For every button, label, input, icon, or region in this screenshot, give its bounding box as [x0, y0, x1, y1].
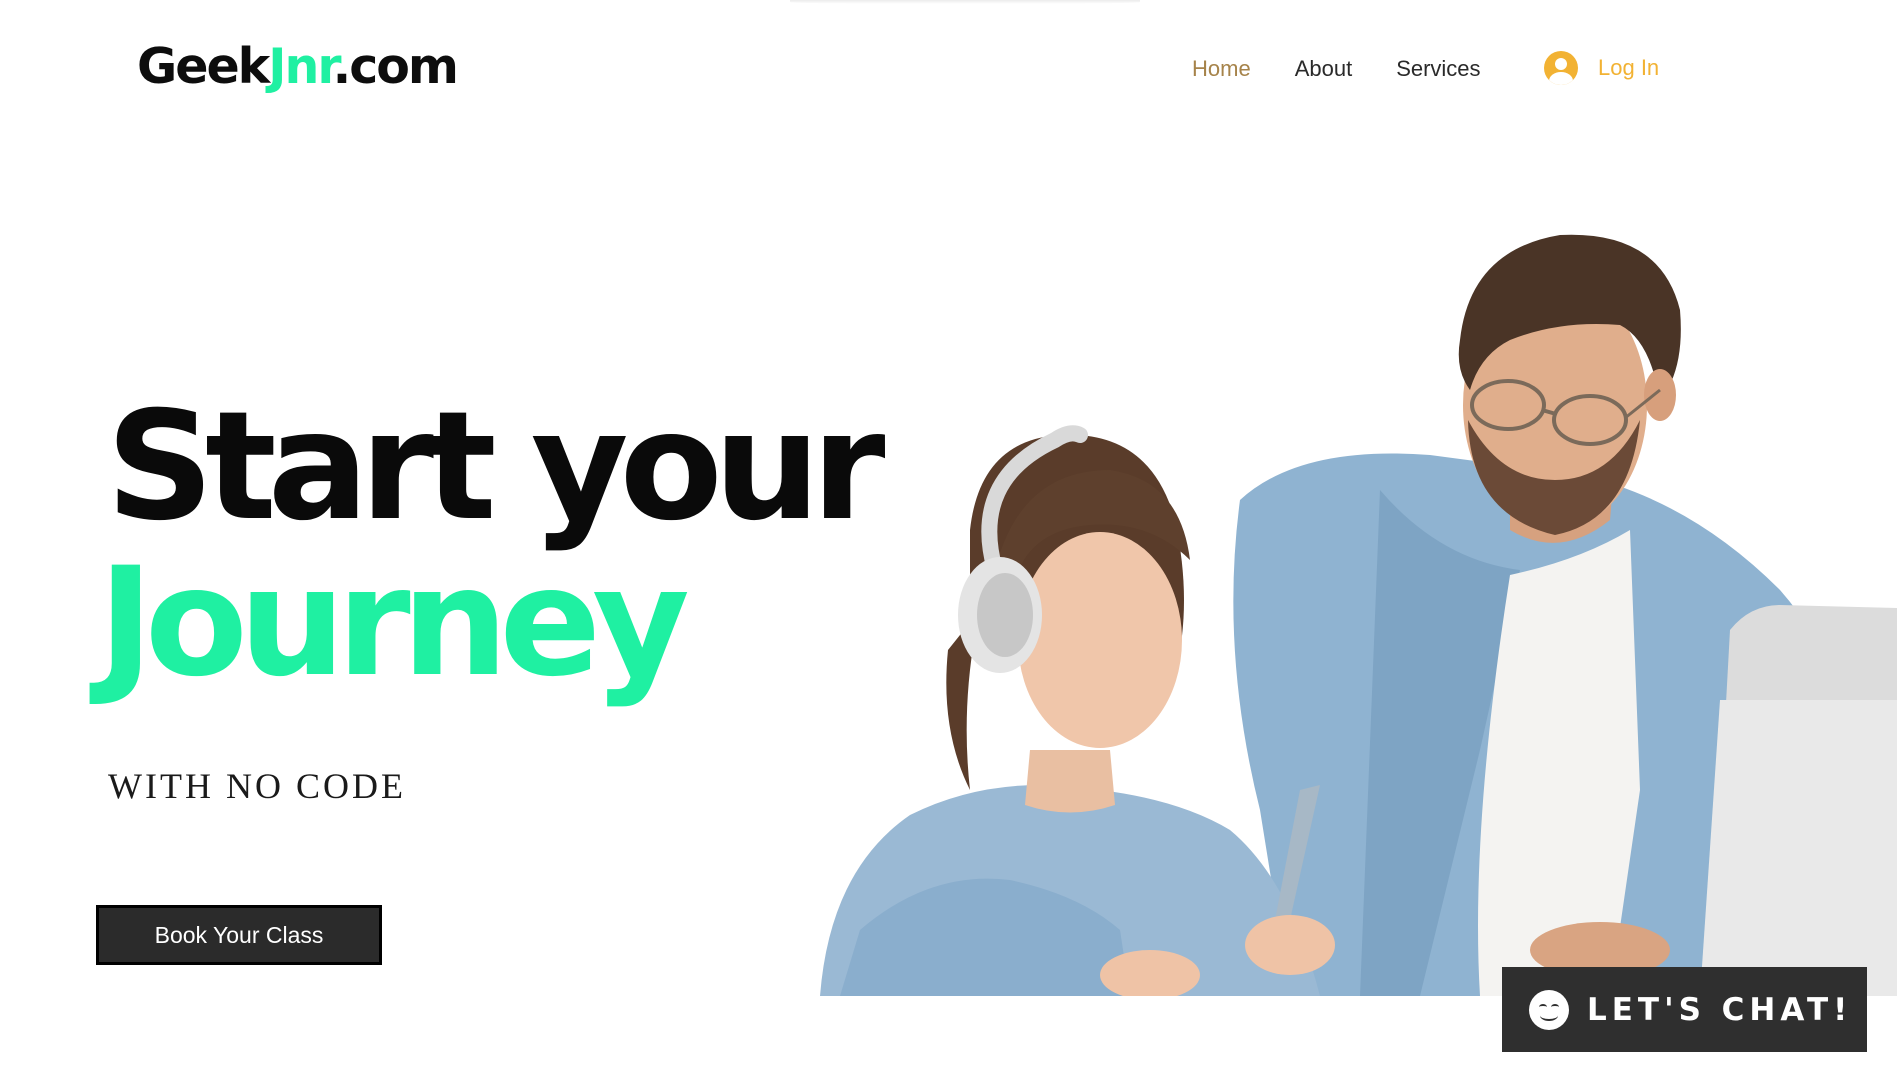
book-class-button[interactable]: Book Your Class	[96, 905, 382, 965]
hero-subtitle: WITH NO CODE	[108, 766, 406, 806]
main-nav: Home About Services	[1192, 56, 1525, 82]
nav-item-home[interactable]: Home	[1192, 56, 1251, 82]
chat-label: LET'S CHAT!	[1587, 991, 1853, 1028]
login-button[interactable]: Log In	[1544, 51, 1659, 85]
logo-part-com: .com	[332, 38, 459, 95]
smiley-icon	[1529, 989, 1569, 1030]
hero-title-line-2: Journey	[98, 536, 690, 710]
login-label: Log In	[1598, 55, 1660, 80]
top-shadow	[790, 0, 1140, 4]
hero-photo	[820, 230, 1897, 996]
hero-title-line-1: Start your	[106, 380, 885, 554]
chat-widget-button[interactable]: LET'S CHAT!	[1502, 967, 1867, 1052]
user-avatar-icon	[1544, 51, 1578, 85]
nav-item-about[interactable]: About	[1295, 56, 1353, 82]
nav-item-services[interactable]: Services	[1396, 56, 1480, 82]
logo-part-jnr: Jnr	[268, 38, 334, 95]
logo-part-geek: Geek	[137, 38, 270, 95]
site-logo[interactable]: GeekJnr.com	[137, 38, 459, 95]
page: GeekJnr.com Home About Services Log In S…	[0, 0, 1897, 1080]
